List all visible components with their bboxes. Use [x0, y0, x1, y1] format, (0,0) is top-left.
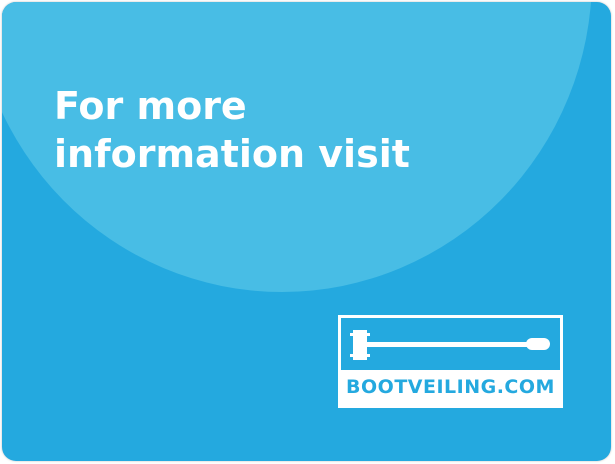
- bootveiling-logo[interactable]: BOOTVEILING.COM: [338, 315, 563, 408]
- info-card: For more information visit BOOTVEILING.C…: [2, 2, 611, 461]
- gavel-icon: [350, 330, 550, 360]
- headline-line-1: For more: [54, 84, 247, 128]
- logo-text: BOOTVEILING.COM: [341, 370, 560, 405]
- headline: For more information visit: [54, 82, 454, 178]
- headline-line-2: information visit: [54, 132, 410, 176]
